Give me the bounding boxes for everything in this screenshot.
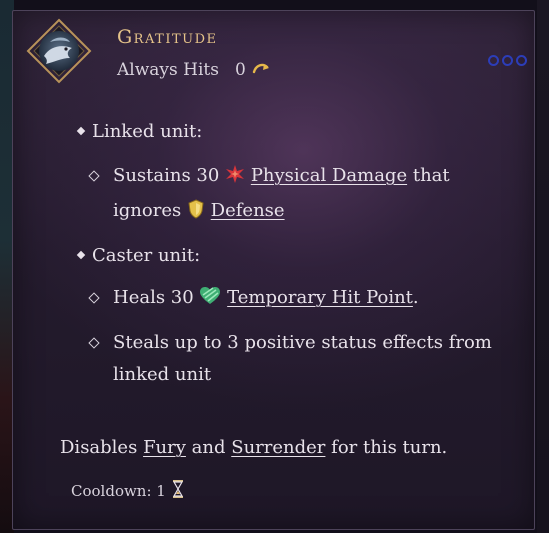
heals-text: Heals 30	[113, 287, 194, 308]
bullet-diamond-icon	[88, 292, 100, 304]
fury-link[interactable]: Fury	[143, 437, 186, 458]
hourglass-icon	[172, 480, 184, 502]
linked-unit-label: Linked unit:	[92, 121, 203, 142]
heals-line: Heals 30 Temporary Hit Point.	[86, 282, 516, 317]
disables-line: Disables Fury and Surrender for this tur…	[60, 437, 447, 458]
steals-text: Steals up to 3 positive status effects f…	[113, 332, 492, 385]
for-this-turn-text: for this turn.	[331, 437, 448, 458]
charge-pip	[516, 55, 527, 66]
cooldown-text: Cooldown: 1	[71, 482, 166, 500]
cooldown-row: Cooldown: 1	[71, 480, 184, 502]
sustains-line: Sustains 30 Physical Damage that ignores…	[86, 160, 516, 230]
disables-text: Disables	[60, 437, 138, 458]
bullet-diamond-icon	[88, 170, 100, 182]
dolphin-emblem-icon	[26, 18, 92, 84]
always-hits-label: Always Hits	[117, 60, 219, 80]
physical-damage-link[interactable]: Physical Damage	[251, 165, 407, 186]
charge-pip	[488, 55, 499, 66]
cost-value: 0	[234, 60, 246, 80]
sustains-text: Sustains 30	[113, 165, 220, 186]
background-right	[537, 0, 549, 533]
ability-description: Linked unit: Sustains 30 Physical Damage…	[76, 116, 516, 391]
charge-pips	[488, 55, 527, 66]
physical-damage-icon	[225, 163, 245, 195]
defense-link[interactable]: Defense	[211, 200, 285, 221]
surrender-link[interactable]: Surrender	[231, 437, 325, 458]
curved-arrow-icon	[252, 60, 270, 80]
linked-unit-heading: Linked unit:	[76, 116, 516, 148]
ability-title: Gratitude	[117, 26, 218, 48]
and-text: and	[191, 437, 226, 458]
caster-unit-heading: Caster unit:	[76, 240, 516, 272]
period-text: .	[412, 287, 419, 308]
ability-subtitle-row: Always Hits 0	[117, 60, 270, 80]
charge-pip	[502, 55, 513, 66]
temporary-hit-point-link[interactable]: Temporary Hit Point	[227, 287, 413, 308]
bullet-diamond-icon	[88, 337, 100, 349]
temporary-hit-point-icon	[199, 285, 221, 317]
caster-unit-label: Caster unit:	[92, 245, 201, 266]
steals-line: Steals up to 3 positive status effects f…	[86, 327, 516, 391]
defense-shield-icon	[187, 198, 205, 230]
